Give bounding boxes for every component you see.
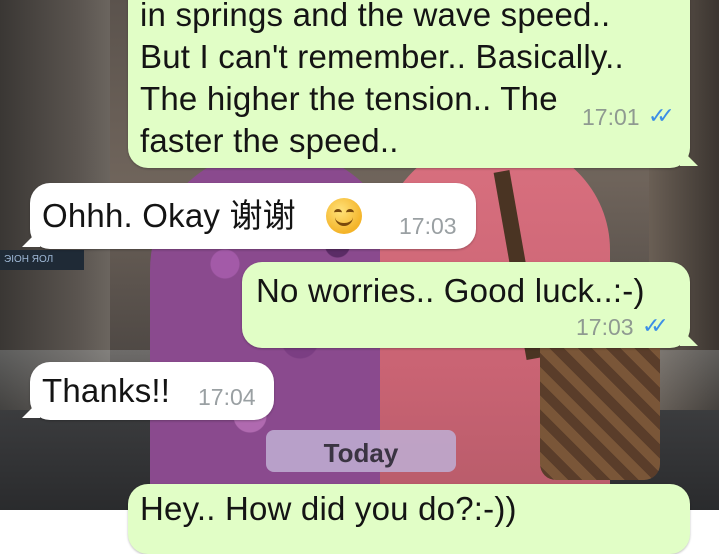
day-separator: Today: [266, 430, 456, 472]
message-bubble-outgoing[interactable]: Hey.. How did you do?:-)): [128, 484, 690, 554]
message-bubble-outgoing[interactable]: No worries.. Good luck..:-) 17:03 ✓✓: [242, 262, 698, 348]
message-text: No worries.. Good luck..:-): [256, 272, 645, 309]
message-time: 17:04: [198, 384, 256, 410]
wallpaper-handbag: [540, 330, 660, 480]
message-bubble-incoming[interactable]: Thanks!! 17:04: [22, 362, 274, 420]
read-receipt-icon: ✓✓: [642, 313, 669, 338]
message-bubble-outgoing[interactable]: in springs and the wave speed.. But I ca…: [128, 0, 698, 168]
message-text: Hey.. How did you do?:-)): [140, 490, 517, 527]
message-text: Thanks!!: [42, 372, 171, 409]
message-text: Ohhh. Okay 谢谢: [42, 197, 296, 234]
message-text: in springs and the wave speed.. But I ca…: [140, 0, 624, 159]
message-bubble-incoming[interactable]: Ohhh. Okay 谢谢 17:03: [22, 183, 476, 249]
wallpaper-sign: ЭІОН ЯОЛ: [0, 250, 84, 270]
smiling-face-icon: [326, 198, 362, 234]
read-receipt-icon: ✓✓: [648, 103, 675, 128]
message-time: 17:01: [582, 104, 640, 130]
message-time: 17:03: [576, 314, 634, 340]
message-time: 17:03: [399, 213, 457, 239]
